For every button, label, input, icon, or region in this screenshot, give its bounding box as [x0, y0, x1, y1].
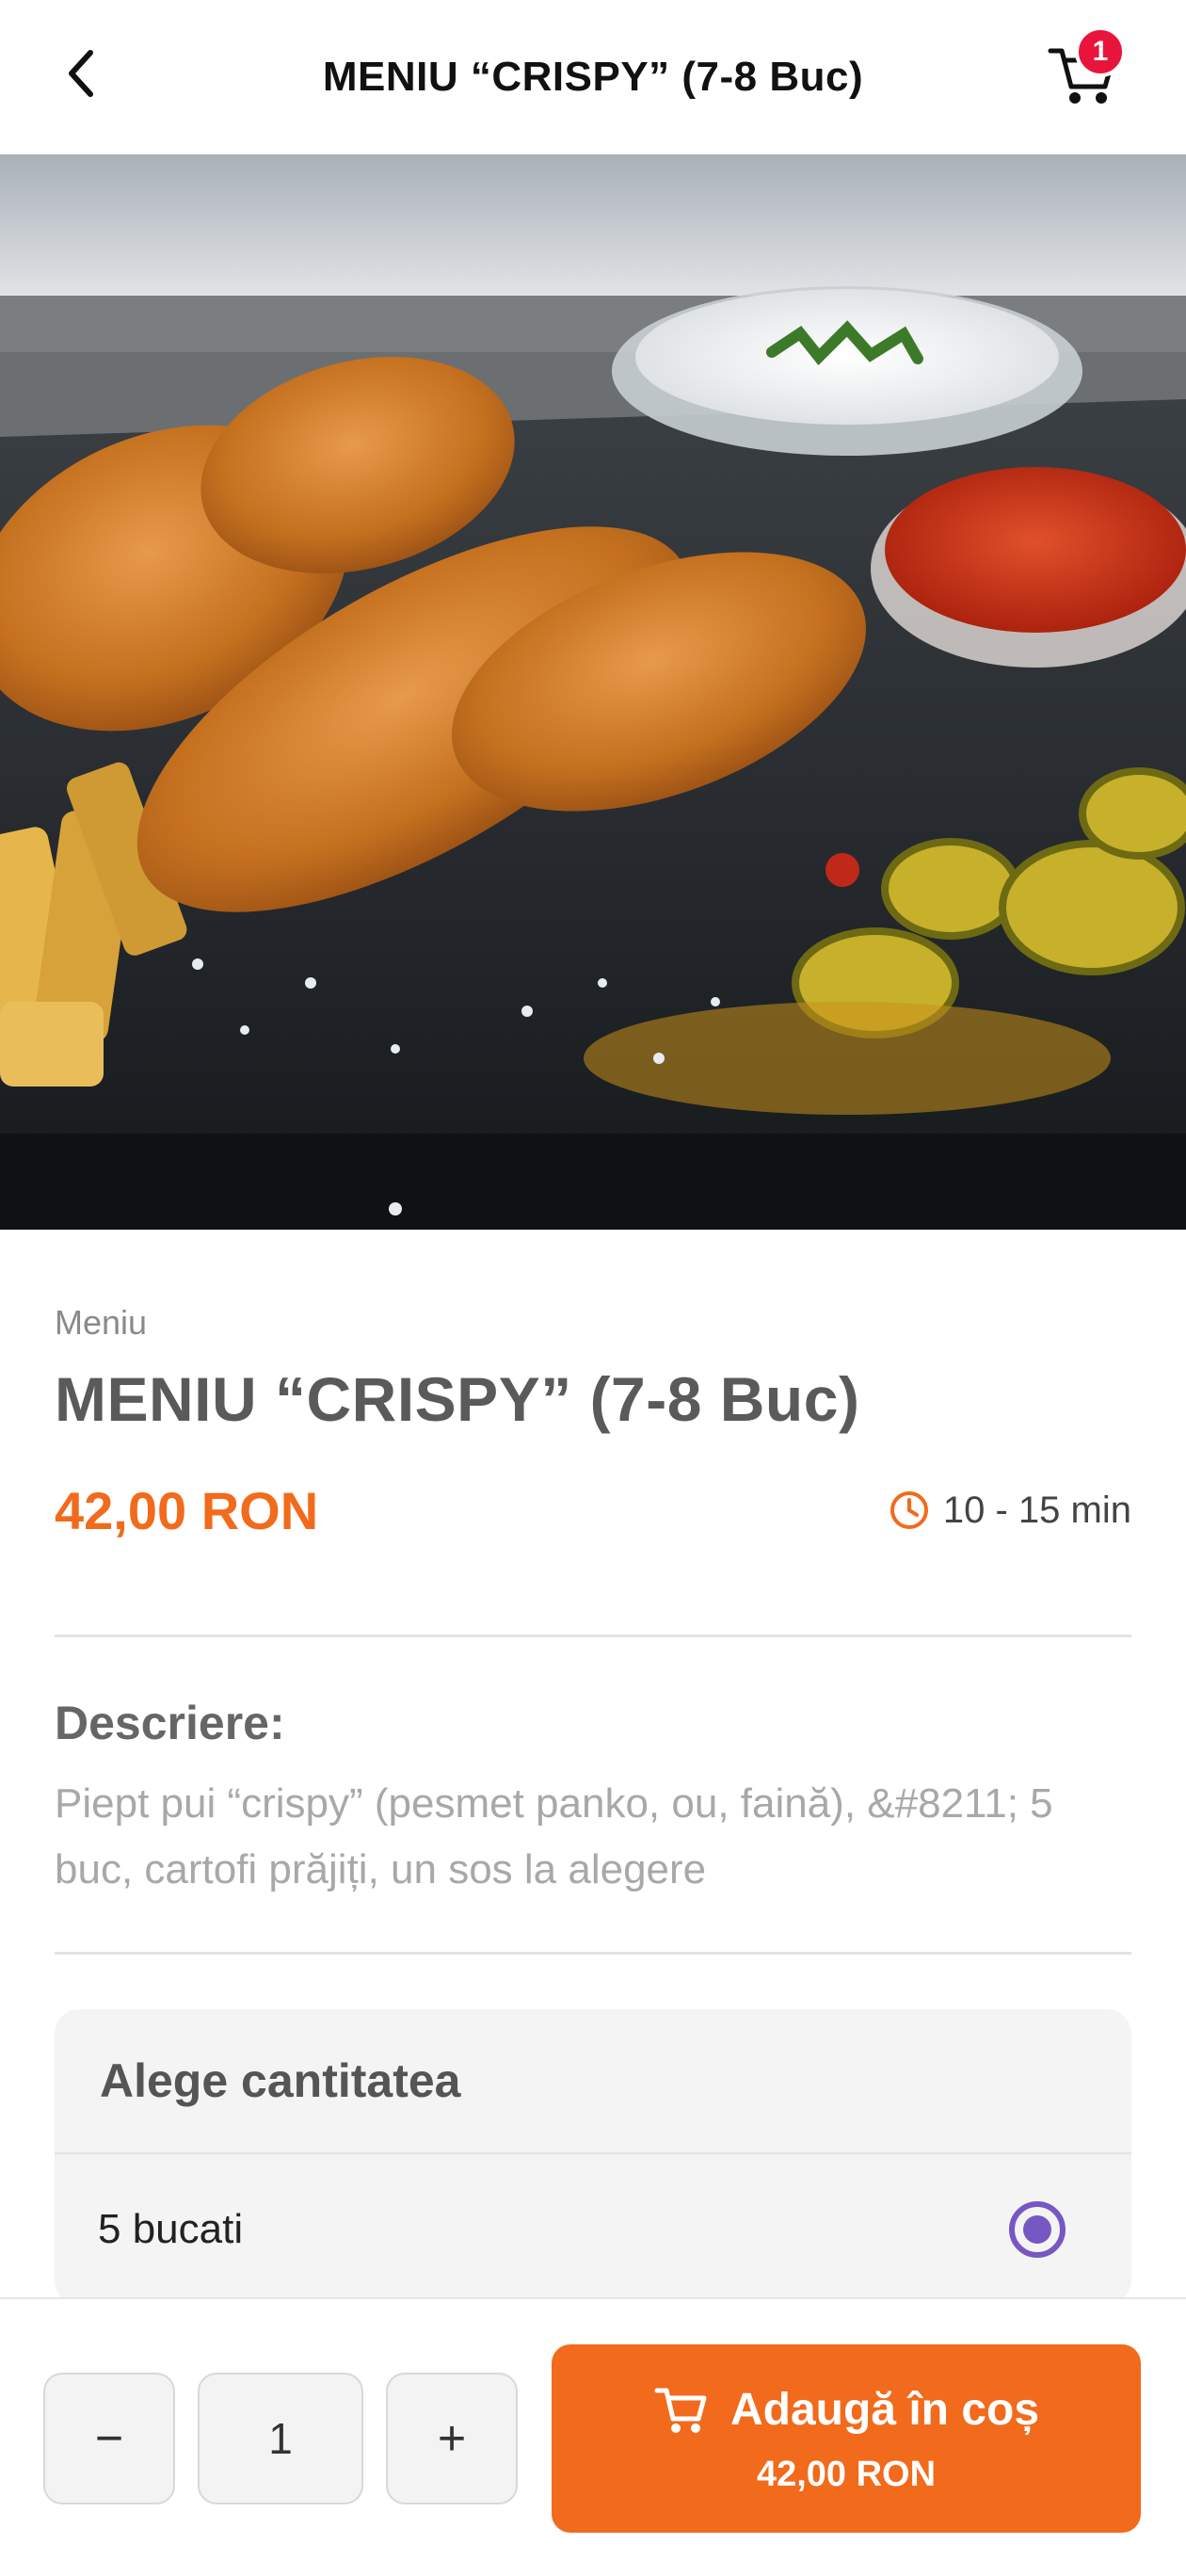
cart-button[interactable]: 1: [1045, 26, 1126, 113]
top-bar: MENIU “CRISPY” (7-8 Buc) 1: [0, 0, 1186, 154]
add-to-cart-button[interactable]: Adaugă în coș 42,00 RON: [552, 2344, 1141, 2533]
add-to-cart-price: 42,00 RON: [756, 2454, 937, 2494]
back-button[interactable]: [55, 43, 107, 104]
radio-selected[interactable]: [1009, 2201, 1066, 2258]
increase-quantity-button[interactable]: +: [386, 2373, 518, 2504]
prep-time-label: 10 - 15 min: [942, 1489, 1131, 1531]
clock-icon: [890, 1491, 928, 1529]
product-category: Meniu: [55, 1303, 148, 1342]
cart-icon: [654, 2388, 707, 2433]
option-label: 5 bucati: [98, 2206, 244, 2252]
option-5-bucati[interactable]: 5 bucati: [55, 2154, 1131, 2305]
product-details: Meniu MENIU “CRISPY” (7-8 Buc) 42,00 RON…: [55, 1230, 1131, 2305]
product-price: 42,00 RON: [55, 1480, 319, 1540]
product-image: [0, 154, 1186, 1230]
decrease-quantity-button[interactable]: −: [43, 2373, 175, 2504]
divider: [55, 1952, 1131, 1955]
page-title: MENIU “CRISPY” (7-8 Buc): [322, 54, 864, 100]
bottom-action-bar: − 1 + Adaugă în coș 42,00 RON: [0, 2297, 1186, 2576]
description-heading: Descriere:: [55, 1697, 285, 1749]
description-text: Piept pui “crispy” (pesmet panko, ou, fa…: [55, 1780, 1053, 1892]
divider: [55, 1634, 1131, 1637]
quantity-options-card: Alege cantitatea 5 bucati: [55, 2009, 1131, 2305]
cart-count-badge: 1: [1075, 26, 1126, 77]
price-row: 42,00 RON 10 - 15 min: [55, 1473, 1131, 1548]
prep-time: 10 - 15 min: [889, 1489, 1131, 1532]
product-title: MENIU “CRISPY” (7-8 Buc): [55, 1364, 860, 1434]
options-heading: Alege cantitatea: [55, 2009, 1131, 2154]
chevron-left-icon: [69, 50, 93, 97]
add-to-cart-label: Adaugă în coș: [729, 2385, 1040, 2435]
quantity-value: 1: [198, 2373, 363, 2504]
